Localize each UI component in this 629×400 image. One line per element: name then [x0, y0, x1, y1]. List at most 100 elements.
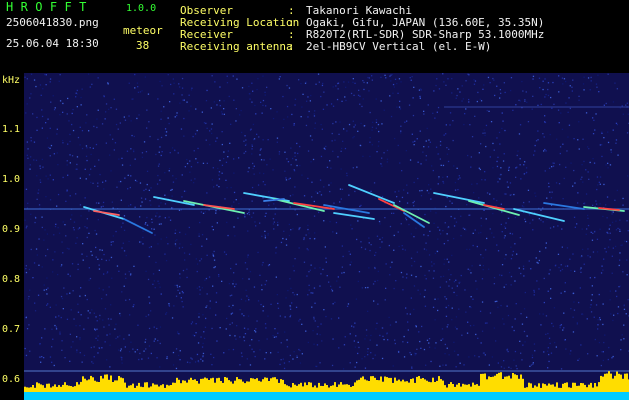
noise-pixel [61, 264, 63, 266]
noise-pixel [299, 145, 301, 148]
noise-pixel [608, 228, 610, 230]
noise-pixel [206, 192, 208, 194]
noise-pixel [307, 177, 309, 180]
noise-pixel [330, 182, 332, 184]
noise-pixel [349, 333, 351, 335]
noise-pixel [423, 110, 425, 112]
noise-pixel [398, 190, 400, 192]
noise-pixel [464, 289, 466, 291]
noise-pixel [443, 258, 446, 260]
noise-pixel [261, 112, 263, 114]
noise-pixel [292, 292, 294, 294]
noise-pixel [561, 77, 564, 79]
level-bar [242, 381, 244, 392]
noise-pixel [423, 234, 425, 236]
noise-pixel [501, 274, 503, 277]
noise-pixel [103, 188, 105, 190]
noise-pixel [602, 323, 604, 326]
noise-pixel [308, 271, 310, 273]
noise-pixel [626, 102, 628, 104]
noise-pixel [376, 322, 378, 324]
noise-pixel [39, 167, 42, 170]
level-bar [266, 377, 268, 392]
noise-pixel [515, 176, 517, 178]
noise-pixel [113, 149, 115, 151]
noise-pixel [229, 295, 231, 297]
noise-pixel [478, 167, 480, 169]
noise-pixel [323, 220, 325, 222]
noise-pixel [267, 264, 270, 267]
noise-pixel [146, 216, 148, 219]
noise-pixel [594, 276, 596, 279]
noise-pixel [320, 273, 322, 275]
spectrogram-plot[interactable] [24, 73, 629, 400]
noise-pixel [545, 93, 547, 96]
noise-pixel [108, 108, 110, 110]
noise-pixel [528, 260, 530, 262]
noise-pixel [601, 144, 603, 146]
noise-pixel [537, 139, 539, 141]
noise-pixel [382, 335, 384, 337]
noise-pixel [569, 107, 571, 110]
level-bar [112, 382, 114, 392]
noise-pixel [134, 87, 136, 89]
noise-pixel [565, 80, 567, 83]
noise-pixel [422, 151, 424, 153]
noise-pixel [519, 124, 522, 126]
noise-pixel [97, 339, 99, 341]
noise-pixel [460, 235, 462, 237]
level-bar [380, 376, 382, 392]
noise-pixel [243, 152, 245, 154]
noise-pixel [95, 246, 97, 249]
level-bar [350, 386, 352, 392]
noise-pixel [95, 233, 98, 235]
noise-pixel [380, 100, 382, 102]
noise-pixel [562, 329, 564, 331]
noise-pixel [608, 346, 610, 349]
noise-pixel [542, 80, 544, 82]
noise-pixel [532, 95, 534, 97]
noise-pixel [550, 352, 553, 354]
level-bar [374, 377, 376, 392]
noise-pixel [589, 277, 591, 279]
level-bar [148, 387, 150, 392]
noise-pixel [467, 73, 469, 75]
noise-pixel [349, 188, 351, 191]
noise-pixel [276, 111, 278, 113]
noise-pixel [346, 172, 348, 174]
level-bar [428, 381, 430, 392]
noise-pixel [36, 116, 38, 119]
noise-pixel [160, 110, 162, 112]
level-bar [354, 382, 356, 392]
noise-pixel [226, 75, 228, 77]
noise-pixel [182, 99, 184, 101]
noise-pixel [329, 160, 331, 162]
noise-pixel [501, 127, 503, 130]
noise-pixel [484, 179, 486, 181]
level-bar [158, 386, 160, 392]
noise-pixel [158, 216, 160, 218]
noise-pixel [454, 189, 457, 191]
noise-pixel [79, 295, 81, 297]
noise-pixel [347, 303, 350, 305]
noise-pixel [544, 78, 546, 80]
noise-pixel [117, 336, 119, 338]
noise-pixel [400, 132, 402, 134]
noise-pixel [509, 232, 511, 235]
level-bar [128, 385, 130, 392]
noise-pixel [118, 210, 120, 213]
noise-pixel [212, 285, 214, 287]
noise-pixel [394, 191, 396, 193]
noise-pixel [367, 310, 369, 312]
noise-pixel [406, 202, 409, 204]
noise-pixel [184, 166, 186, 168]
noise-pixel [381, 327, 384, 329]
noise-pixel [531, 108, 533, 110]
noise-pixel [86, 255, 88, 257]
noise-pixel [433, 270, 435, 272]
noise-pixel [283, 230, 285, 232]
noise-pixel [437, 183, 439, 185]
noise-pixel [401, 245, 403, 247]
noise-pixel [149, 135, 151, 138]
noise-pixel [579, 268, 582, 271]
